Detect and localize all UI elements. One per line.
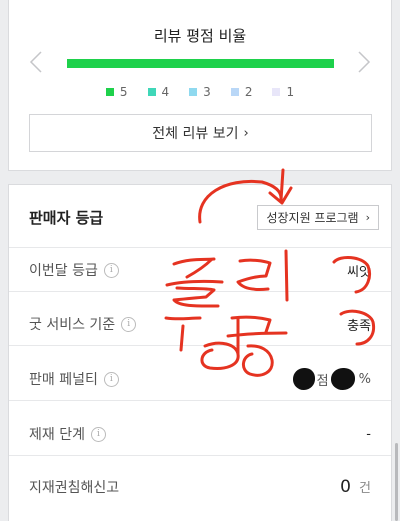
good-service-value: 충족 xyxy=(347,318,371,334)
redacted-mark xyxy=(292,368,315,390)
legend-item-3: 3 xyxy=(189,85,211,99)
info-icon[interactable]: i xyxy=(103,262,119,278)
good-service-label: 굿 서비스 기준 i xyxy=(29,314,137,334)
sanction-stage-text: 제재 단계 xyxy=(29,427,85,443)
rating-5-fill xyxy=(67,59,334,68)
review-ratio-title: 리뷰 평점 비율 xyxy=(153,27,247,45)
legend-item-4: 4 xyxy=(147,85,170,99)
legend-swatch-5 xyxy=(105,88,114,96)
legend-label-4: 4 xyxy=(161,85,170,99)
row-monthly-grade: 이번달 등급 i 씨앗 xyxy=(9,249,391,292)
row-sanction-stage: 제재 단계 i - xyxy=(9,413,391,456)
info-icon[interactable]: i xyxy=(90,426,106,442)
row-sales-penalty: 판매 페널티 i 점 % xyxy=(9,358,391,401)
legend-item-5: 5 xyxy=(105,85,128,99)
legend-swatch-4 xyxy=(147,88,156,96)
all-reviews-button[interactable]: 전체 리뷰 보기 › xyxy=(29,114,372,152)
review-ratio-card: 리뷰 평점 비율 5 4 3 2 1 전체 리뷰 보기 › xyxy=(8,0,392,171)
row-good-service: 굿 서비스 기준 i 충족 xyxy=(9,303,391,346)
rating-legend: 5 4 3 2 1 xyxy=(9,85,391,99)
chevron-right-icon: › xyxy=(365,211,370,224)
ip-infringement-unit: 건 xyxy=(359,481,371,496)
chevron-right-icon: › xyxy=(243,125,249,141)
legend-label-2: 2 xyxy=(244,85,253,99)
growth-program-button[interactable]: 성장지원 프로그램 › xyxy=(257,205,379,230)
redacted-mark xyxy=(330,368,355,390)
all-reviews-label: 전체 리뷰 보기 xyxy=(152,126,239,142)
legend-label-1: 1 xyxy=(286,85,295,99)
info-icon[interactable]: i xyxy=(103,371,119,387)
good-service-text: 굿 서비스 기준 xyxy=(29,317,116,333)
seller-grade-title: 판매자 등급 xyxy=(29,209,104,227)
penalty-percent-unit: % xyxy=(358,371,371,387)
legend-label-5: 5 xyxy=(119,85,128,99)
legend-item-1: 1 xyxy=(272,85,294,99)
legend-swatch-2 xyxy=(230,88,239,96)
prev-arrow-icon[interactable] xyxy=(29,50,43,74)
sales-penalty-label: 판매 페널티 i xyxy=(29,369,119,389)
ip-infringement-label: 지재권침해신고 xyxy=(29,477,119,497)
ip-infringement-text: 지재권침해신고 xyxy=(29,479,120,496)
monthly-grade-text: 이번달 등급 xyxy=(29,263,98,279)
seller-grade-header: 판매자 등급 성장지원 프로그램 › xyxy=(9,185,391,248)
seller-grade-card: 판매자 등급 성장지원 프로그램 › 이번달 등급 i 씨앗 굿 서비스 기준 … xyxy=(8,184,392,521)
penalty-score-unit: 점 xyxy=(316,373,329,389)
monthly-grade-label: 이번달 등급 i xyxy=(29,260,119,280)
scrollbar[interactable] xyxy=(395,443,398,521)
growth-program-label: 성장지원 프로그램 xyxy=(266,211,359,225)
legend-swatch-3 xyxy=(189,88,198,96)
next-arrow-icon[interactable] xyxy=(357,50,371,74)
sales-penalty-text: 판매 페널티 xyxy=(29,372,98,388)
row-ip-infringement: 지재권침해신고 0 건 xyxy=(9,465,391,508)
rating-ratio-bar xyxy=(67,59,334,68)
legend-swatch-1 xyxy=(272,88,281,96)
ip-infringement-count: 0 xyxy=(340,476,351,497)
monthly-grade-value: 씨앗 xyxy=(347,264,371,280)
legend-label-3: 3 xyxy=(203,85,211,99)
sales-penalty-value: 점 % xyxy=(292,368,371,390)
sanction-stage-label: 제재 단계 i xyxy=(29,424,106,444)
legend-item-2: 2 xyxy=(230,85,253,99)
sanction-stage-value: - xyxy=(366,426,371,442)
info-icon[interactable]: i xyxy=(121,316,137,332)
